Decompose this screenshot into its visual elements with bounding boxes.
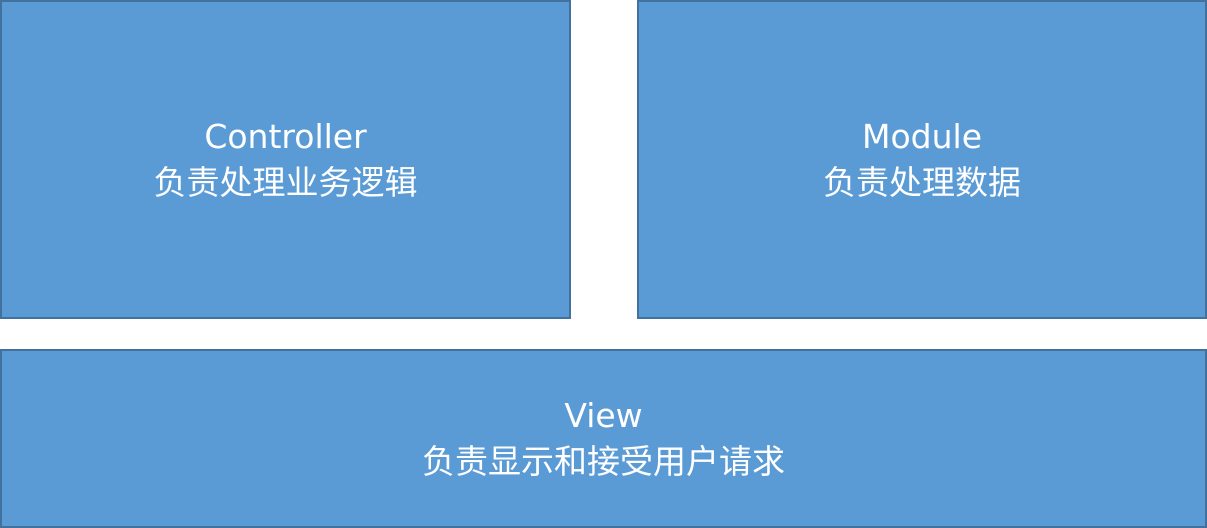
controller-title: Controller (204, 116, 367, 156)
view-title: View (564, 395, 643, 435)
view-description: 负责显示和接受用户请求 (422, 441, 785, 481)
controller-description: 负责处理业务逻辑 (153, 162, 418, 202)
controller-box: Controller 负责处理业务逻辑 (0, 0, 571, 319)
module-box: Module 负责处理数据 (637, 0, 1207, 319)
module-title: Module (862, 116, 982, 156)
view-box: View 负责显示和接受用户请求 (0, 349, 1207, 528)
module-description: 负责处理数据 (823, 162, 1021, 202)
